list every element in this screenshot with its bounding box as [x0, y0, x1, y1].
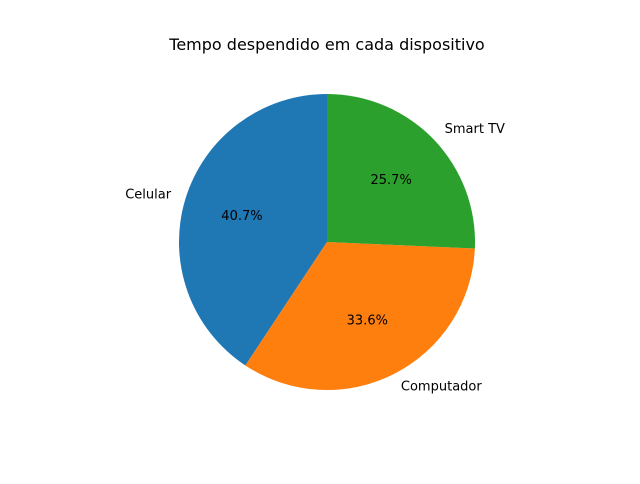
slice-percent-computador: 33.6%: [347, 314, 388, 329]
pie-slice-smart-tv: [327, 94, 475, 249]
chart-figure: Tempo despendido em cada dispositivo Cel…: [0, 0, 640, 480]
slice-percent-celular: 40.7%: [221, 209, 262, 224]
slice-label-celular: Celular: [125, 188, 172, 203]
slice-percent-smart-tv: 25.7%: [371, 173, 412, 188]
slice-label-smart-tv: Smart TV: [445, 122, 505, 137]
pie-chart: Tempo despendido em cada dispositivo Cel…: [125, 35, 505, 395]
slice-label-computador: Computador: [401, 380, 482, 395]
pie-slices: [179, 94, 475, 390]
chart-title: Tempo despendido em cada dispositivo: [168, 35, 484, 54]
